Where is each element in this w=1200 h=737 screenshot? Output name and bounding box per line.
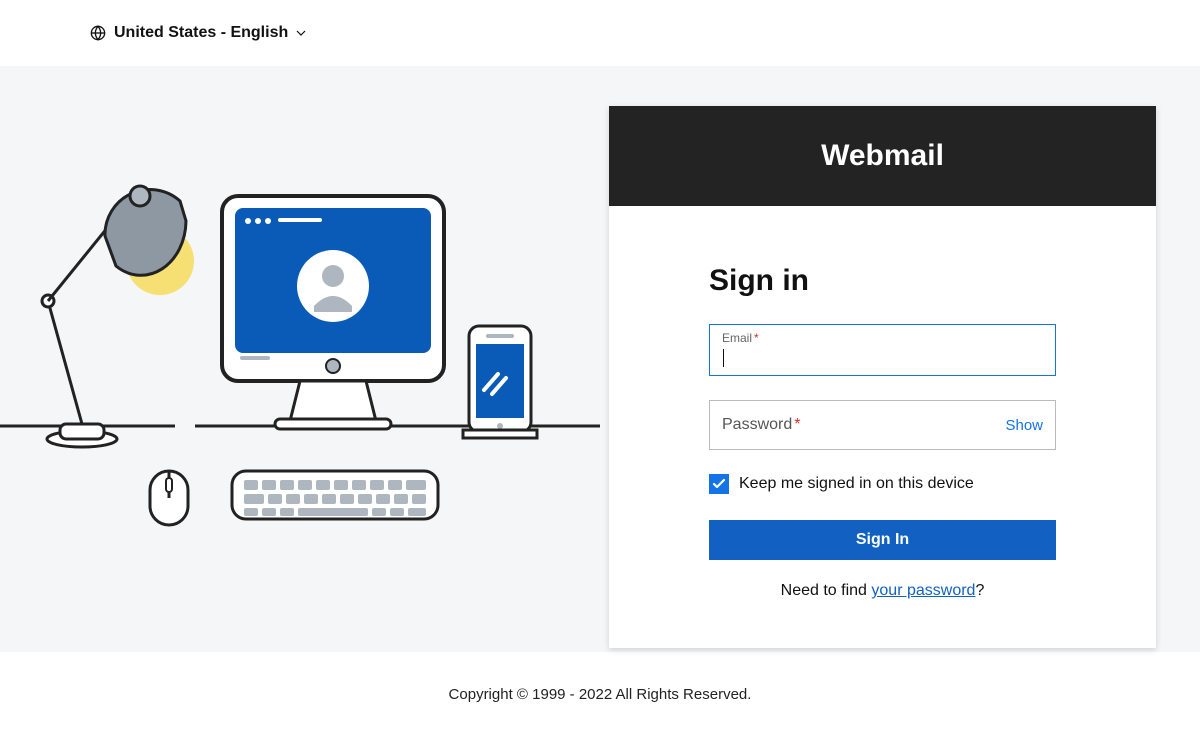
header: United States - English [0, 0, 1200, 66]
email-field-wrapper[interactable]: Email * [709, 324, 1056, 376]
text-cursor [723, 349, 724, 367]
footer: Copyright © 1999 - 2022 All Rights Reser… [0, 652, 1200, 737]
email-input[interactable] [722, 346, 1043, 368]
globe-icon [90, 25, 106, 41]
copyright-text: Copyright © 1999 - 2022 All Rights Reser… [449, 686, 752, 703]
keep-signed-in-row: Keep me signed in on this device [709, 474, 1056, 494]
password-label: Password * [722, 416, 800, 434]
locale-label: United States - English [114, 24, 288, 42]
help-suffix: ? [975, 582, 984, 599]
sign-in-button[interactable]: Sign In [709, 520, 1056, 560]
chevron-down-icon [296, 28, 306, 38]
show-password-link[interactable]: Show [1005, 417, 1043, 434]
required-indicator: * [794, 416, 800, 434]
workspace-illustration [0, 126, 600, 556]
keep-signed-in-checkbox[interactable] [709, 474, 729, 494]
email-field-group: Email * [709, 324, 1056, 376]
keep-signed-in-label: Keep me signed in on this device [739, 475, 974, 493]
check-icon [712, 477, 726, 491]
main-content: Webmail Sign in Email * Password [0, 66, 1200, 652]
email-label-text: Email [722, 331, 752, 345]
help-row: Need to find your password? [709, 582, 1056, 600]
password-field-group: Password * Show [709, 400, 1056, 450]
required-indicator: * [754, 331, 759, 345]
password-field-wrapper[interactable]: Password * Show [709, 400, 1056, 450]
locale-selector[interactable]: United States - English [90, 24, 306, 42]
card-title: Webmail [609, 106, 1156, 206]
sign-in-heading: Sign in [709, 264, 1056, 298]
help-prefix: Need to find [781, 582, 872, 599]
forgot-password-link[interactable]: your password [871, 582, 975, 599]
card-body: Sign in Email * Password * [609, 206, 1156, 648]
email-label: Email * [722, 331, 1043, 345]
login-card: Webmail Sign in Email * Password [609, 106, 1156, 648]
password-label-text: Password [722, 416, 792, 434]
